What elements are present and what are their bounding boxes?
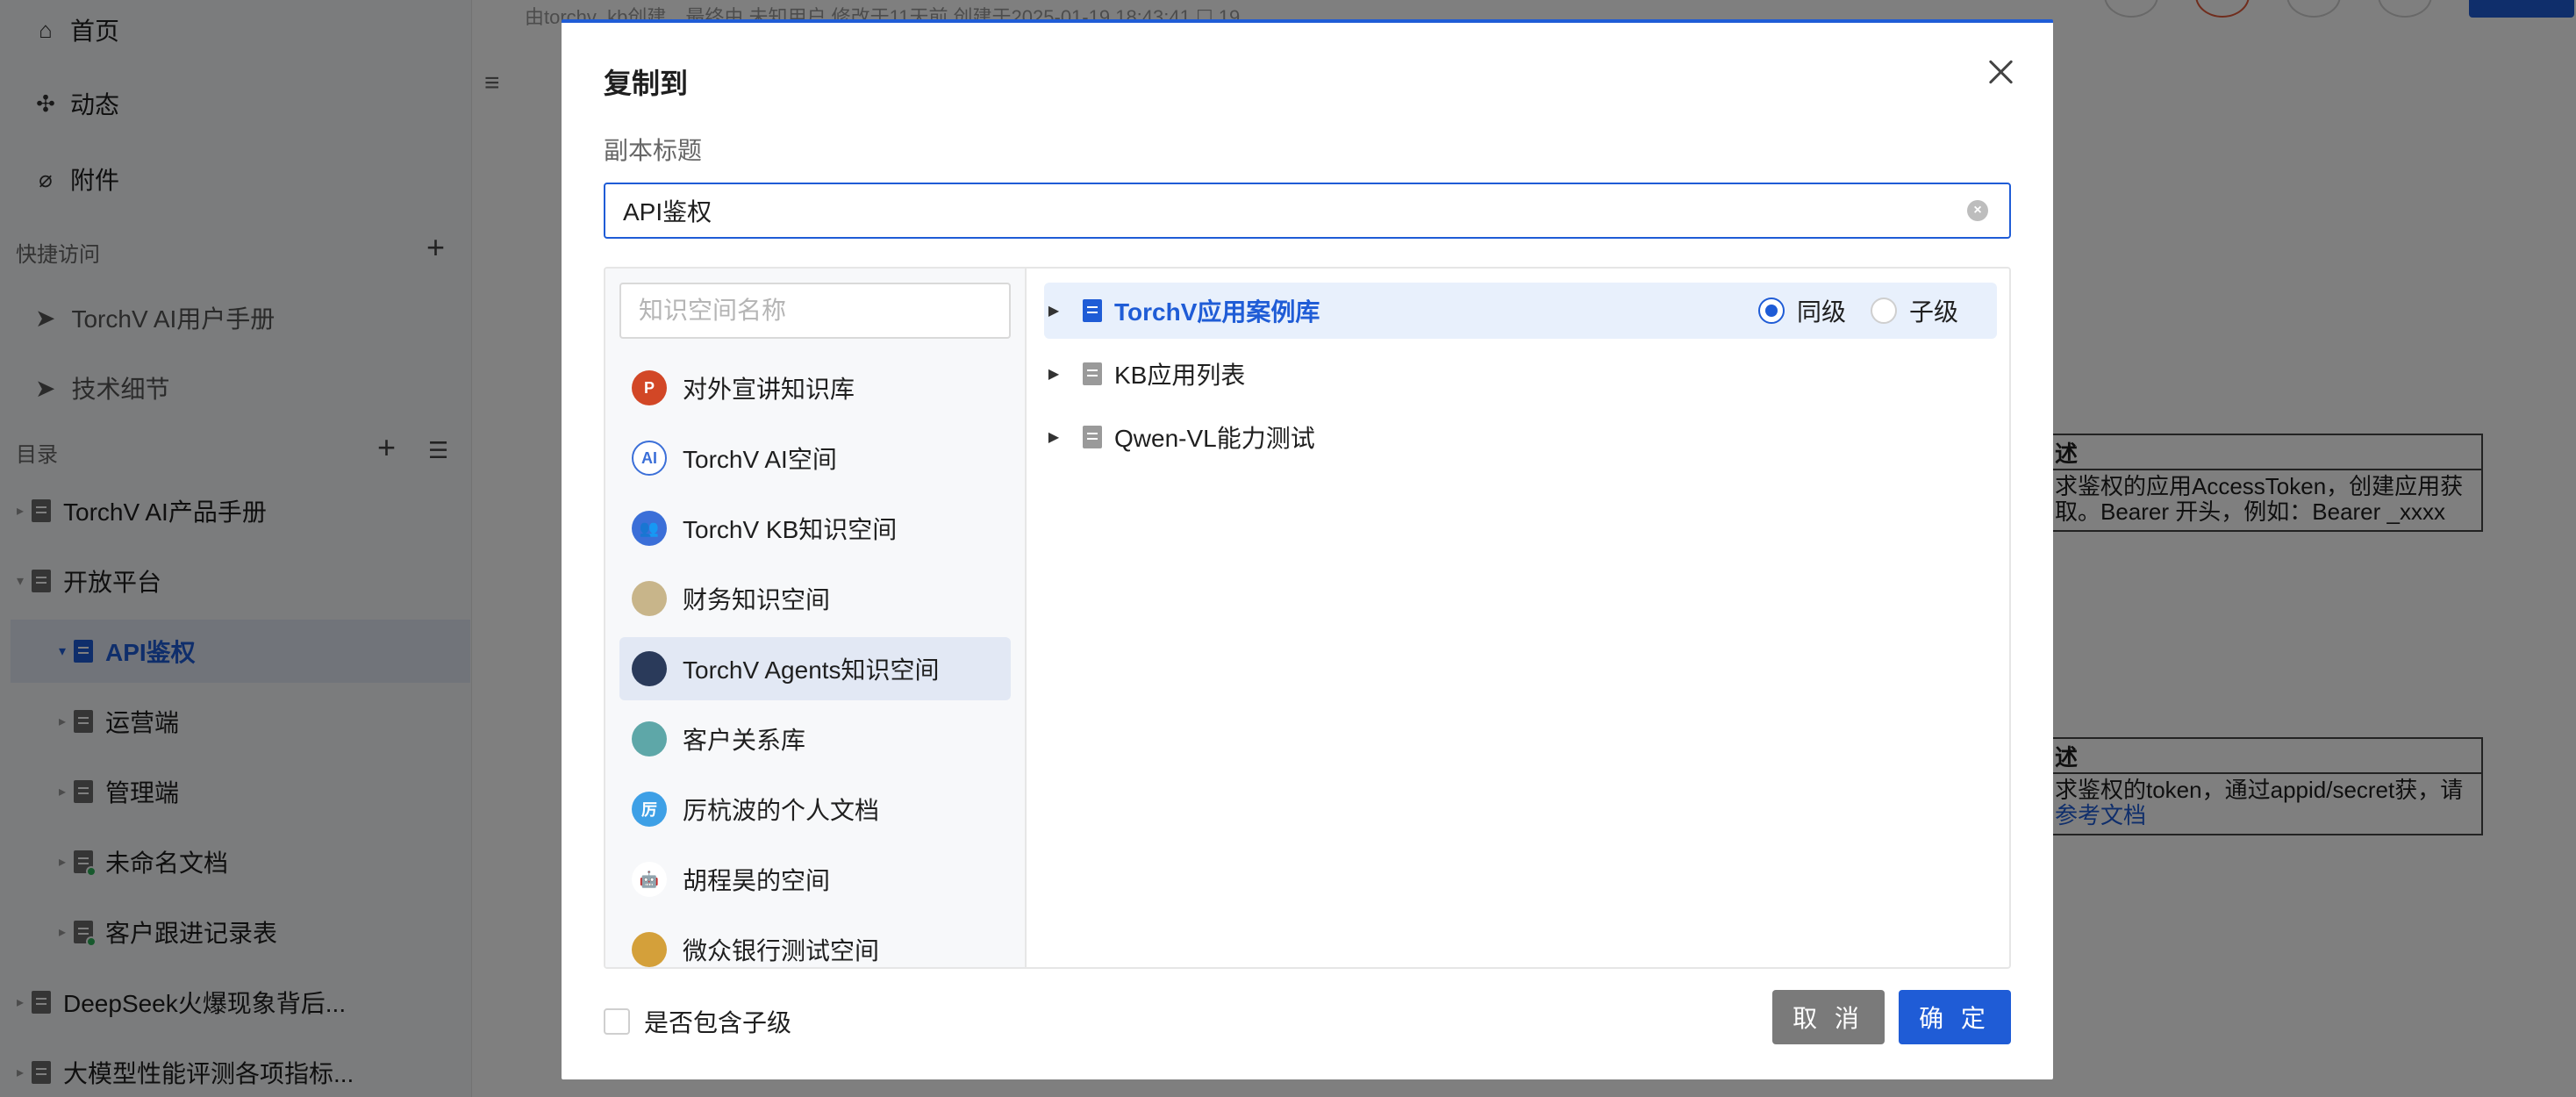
app-root: ⌂ 首页 ✣ 动态 ⌀ 附件 快捷访问 + ➤ TorchV AI用户手册 ➤ … [0,0,2576,1097]
space-item-label: 微众银行测试空间 [683,937,880,964]
radio-unchecked-icon [1870,298,1897,324]
space-item-label: TorchV AI空间 [683,446,837,473]
node-row-selected[interactable]: ▶ TorchV应用案例库 同级 子级 [1044,283,1997,339]
node-label: TorchV应用案例库 [1114,298,1320,326]
close-icon[interactable] [1983,54,2018,90]
node-label: Qwen-VL能力测试 [1114,425,1315,452]
copy-title-input[interactable] [623,184,1957,237]
clear-icon[interactable]: × [1967,200,1988,221]
caret-right-icon[interactable]: ▶ [1044,302,1063,319]
space-item-label: TorchV Agents知识空间 [683,656,940,684]
space-item[interactable]: 🤖 胡程昊的空间 [619,848,1011,911]
radio-label: 同级 [1796,298,1846,326]
dialog-title: 复制到 [604,68,689,99]
node-tree-panel: ▶ TorchV应用案例库 同级 子级 ▶ KB应用列表 ▶ Qwen-VL能力… [1027,269,2009,967]
space-item[interactable]: 微众银行测试空间 [619,918,1011,967]
users-icon: 👥 [632,511,667,546]
space-search-input[interactable] [619,283,1011,339]
space-item-label: TorchV KB知识空间 [683,516,898,543]
avatar-image-icon [632,581,667,616]
caret-right-icon[interactable]: ▶ [1044,428,1063,446]
destination-picker: P 对外宣讲知识库 AI TorchV AI空间 👥 TorchV KB知识空间财务知识空… [604,267,2011,969]
avatar-image-icon [632,932,667,967]
ai-icon: AI [632,441,667,476]
space-item[interactable]: 👥 TorchV KB知识空间 [619,497,1011,560]
radio-child-level[interactable]: 子级 [1870,293,1958,328]
android-icon: 🤖 [632,862,667,897]
confirm-button[interactable]: 确 定 [1899,990,2011,1044]
space-item[interactable]: TorchV Agents知识空间 [619,637,1011,700]
document-icon [1083,299,1102,322]
space-item-label: 厉杭波的个人文档 [683,797,880,824]
space-item[interactable]: P 对外宣讲知识库 [619,356,1011,419]
radio-same-level[interactable]: 同级 [1757,293,1846,328]
level-radio-group: 同级 子级 [1757,293,1958,328]
space-item[interactable]: 财务知识空间 [619,567,1011,630]
avatar-image-icon [632,651,667,686]
node-label: KB应用列表 [1114,362,1246,389]
copy-to-dialog: 复制到 副本标题 × P 对外宣讲知识库 AI TorchV AI空间 👥 TorchV … [562,19,2053,1079]
cancel-button[interactable]: 取 消 [1772,990,1885,1044]
avatar-image-icon [632,721,667,756]
avatar-letter-icon: 厉 [632,792,667,827]
space-item-label: 财务知识空间 [683,586,831,613]
node-row[interactable]: ▶ Qwen-VL能力测试 [1044,409,1997,465]
space-item[interactable]: 厉厉杭波的个人文档 [619,778,1011,841]
space-item-label: 客户关系库 [683,727,806,754]
copy-title-field: × [604,183,2011,239]
include-children-option[interactable]: 是否包含子级 [604,1004,791,1039]
radio-label: 子级 [1908,298,1958,326]
include-children-checkbox[interactable] [604,1008,630,1035]
space-item[interactable]: 客户关系库 [619,707,1011,771]
space-item-label: 胡程昊的空间 [683,867,831,894]
document-icon [1083,362,1102,385]
node-row[interactable]: ▶ KB应用列表 [1044,346,1997,402]
radio-checked-icon [1757,298,1785,324]
include-children-label: 是否包含子级 [644,1009,792,1036]
space-list-panel: P 对外宣讲知识库 AI TorchV AI空间 👥 TorchV KB知识空间财务知识空… [605,269,1027,967]
powerpoint-icon: P [632,370,667,405]
space-item-label: 对外宣讲知识库 [683,376,855,403]
document-icon [1083,426,1102,448]
space-item[interactable]: AI TorchV AI空间 [619,427,1011,490]
caret-right-icon[interactable]: ▶ [1044,365,1063,383]
copy-title-label: 副本标题 [604,137,703,164]
